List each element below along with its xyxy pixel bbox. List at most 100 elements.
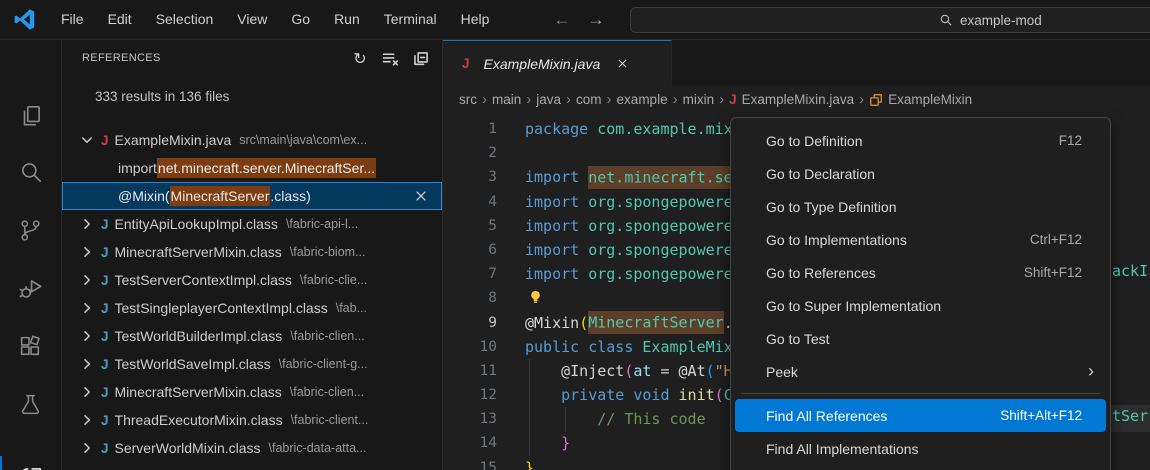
line-number[interactable]: 4 (443, 190, 497, 214)
line-number[interactable]: 11 (443, 359, 497, 383)
search-icon (18, 159, 44, 185)
line-number[interactable]: 1 (443, 117, 497, 141)
tree-file-serverworldmixin-class[interactable]: JServerWorldMixin.class\fabric-data-atta… (62, 434, 442, 462)
tree-file-threadexecutormixin-class[interactable]: JThreadExecutorMixin.class\fabric-client… (62, 406, 442, 434)
line-number[interactable]: 15 (443, 456, 497, 470)
sidebar-title: REFERENCES (82, 52, 342, 64)
line-number[interactable]: 3 (443, 165, 497, 189)
chevron-right-icon[interactable] (79, 216, 95, 232)
command-center[interactable]: example-mod (630, 7, 1150, 33)
line-number[interactable]: 12 (443, 383, 497, 407)
tree-file-partial[interactable]: J (62, 462, 442, 470)
tree-file-testsingleplayercontextimpl-class[interactable]: JTestSingleplayerContextImpl.class\fab..… (62, 294, 442, 322)
file-name: EntityApiLookupImpl.class (115, 216, 278, 232)
tree-file-examplemixin-java[interactable]: JExampleMixin.javasrc\main\java\com\ex..… (62, 126, 442, 154)
breadcrumb-item-mixin[interactable]: mixin (683, 92, 715, 107)
chevron-right-icon[interactable] (79, 384, 95, 400)
history-nav: ← → (553, 10, 604, 30)
lightbulb-icon[interactable] (528, 289, 543, 305)
tree-file-minecraftservermixin-class[interactable]: JMinecraftServerMixin.class\fabric-biom.… (62, 238, 442, 266)
menu-item-go-to-super-implementation[interactable]: Go to Super Implementation (731, 289, 1110, 322)
chevron-right-icon[interactable] (79, 272, 95, 288)
breadcrumb-item-examplemixin-java[interactable]: JExampleMixin.java (729, 92, 854, 107)
tree-file-testservercontextimpl-class[interactable]: JTestServerContextImpl.class\fabric-clie… (62, 266, 442, 294)
back-arrow-icon[interactable]: ← (553, 10, 570, 30)
menu-item-label: Go to Type Definition (766, 199, 1082, 215)
activity-bar-item-explorer[interactable] (0, 92, 61, 140)
line-number[interactable]: 8 (443, 286, 497, 310)
breadcrumb-item-java[interactable]: java (536, 92, 561, 107)
menu-item-find-all-implementations[interactable]: Find All Implementations (731, 432, 1110, 465)
chevron-down-icon[interactable] (79, 132, 95, 148)
menu-item-go-to-implementations[interactable]: Go to ImplementationsCtrl+F12 (731, 223, 1110, 256)
tab-bar: J ExampleMixin.java (443, 40, 1150, 86)
forward-arrow-icon[interactable]: → (587, 10, 604, 30)
tree-file-entityapilookupimpl-class[interactable]: JEntityApiLookupImpl.class\fabric-api-l.… (62, 210, 442, 238)
tree-file-testworldsaveimpl-class[interactable]: JTestWorldSaveImpl.class\fabric-client-g… (62, 350, 442, 378)
clear-results-button[interactable] (378, 46, 402, 70)
activity-bar-item-extensions[interactable] (0, 322, 61, 370)
activity-bar-item-search[interactable] (0, 148, 61, 196)
menubar-item-view[interactable]: View (225, 6, 279, 33)
breadcrumb-item-src[interactable]: src (459, 92, 477, 107)
file-path: \fabric-clien... (290, 385, 364, 399)
menu-item-go-to-references[interactable]: Go to ReferencesShift+F12 (731, 256, 1110, 289)
menubar-item-go[interactable]: Go (279, 6, 322, 33)
menubar-item-file[interactable]: File (49, 6, 96, 33)
collapse-all-button[interactable] (408, 46, 432, 70)
collapse-all-icon (412, 50, 429, 67)
chevron-right-icon[interactable] (79, 300, 95, 316)
activity-bar-item-references[interactable] (0, 453, 61, 470)
file-name: TestSingleplayerContextImpl.class (115, 300, 328, 316)
menubar-item-help[interactable]: Help (449, 6, 502, 33)
file-name: MinecraftServerMixin.class (115, 384, 282, 400)
menu-item-go-to-type-definition[interactable]: Go to Type Definition (731, 190, 1110, 223)
menubar: FileEditSelectionViewGoRunTerminalHelp (49, 6, 501, 33)
chevron-right-icon[interactable] (79, 328, 95, 344)
line-number[interactable]: 14 (443, 431, 497, 455)
close-icon[interactable] (616, 57, 629, 70)
menu-item-find-all-references[interactable]: Find All ReferencesShift+Alt+F12 (735, 399, 1106, 432)
chevron-right-icon[interactable] (79, 440, 95, 456)
refresh-button[interactable]: ↻ (348, 46, 372, 70)
menu-item-go-to-declaration[interactable]: Go to Declaration (731, 157, 1110, 190)
active-indicator (0, 456, 2, 470)
breadcrumb-item-main[interactable]: main (492, 92, 521, 107)
menu-item-peek[interactable]: Peek› (731, 355, 1110, 388)
chevron-right-icon[interactable] (79, 356, 95, 372)
line-number[interactable]: 9 (443, 311, 497, 335)
chevron-right-icon[interactable] (79, 412, 95, 428)
line-number[interactable]: 13 (443, 407, 497, 431)
file-path: src\main\java\com\ex... (239, 133, 367, 147)
line-number[interactable]: 5 (443, 214, 497, 238)
tree-reference-row[interactable]: import net.minecraft.server.MinecraftSer… (62, 154, 442, 182)
line-number[interactable]: 10 (443, 335, 497, 359)
menu-item-go-to-test[interactable]: Go to Test (731, 322, 1110, 355)
line-number[interactable]: 7 (443, 262, 497, 286)
tree-file-testworldbuilderimpl-class[interactable]: JTestWorldBuilderImpl.class\fabric-clien… (62, 322, 442, 350)
chevron-right-icon[interactable] (79, 244, 95, 260)
line-number[interactable]: 2 (443, 141, 497, 165)
tree-reference-row-selected[interactable]: @Mixin(MinecraftServer.class) (62, 182, 442, 210)
breadcrumb-item-example[interactable]: example (617, 92, 668, 107)
menubar-item-selection[interactable]: Selection (144, 6, 226, 33)
menubar-item-edit[interactable]: Edit (96, 6, 144, 33)
tree-file-minecraftservermixin-class[interactable]: JMinecraftServerMixin.class\fabric-clien… (62, 378, 442, 406)
menubar-item-run[interactable]: Run (322, 6, 372, 33)
activity-bar-item-testing[interactable] (0, 380, 61, 428)
activity-bar-item-run-debug[interactable] (0, 264, 61, 312)
menu-item-go-to-definition[interactable]: Go to DefinitionF12 (731, 124, 1110, 157)
menu-item-label: Go to Definition (766, 133, 1059, 149)
activity-bar-item-source-control[interactable] (0, 206, 61, 254)
dismiss-reference-icon[interactable] (413, 188, 429, 204)
menu-separator (741, 393, 1100, 394)
tab-examplemixin-java[interactable]: J ExampleMixin.java (443, 40, 672, 86)
class-file-icon: J (101, 217, 109, 232)
tab-label: ExampleMixin.java (484, 56, 601, 72)
line-number[interactable]: 6 (443, 238, 497, 262)
match-text: net.minecraft.server.MinecraftSer... (157, 158, 376, 178)
class-file-icon: J (101, 441, 109, 456)
breadcrumb-item-com[interactable]: com (576, 92, 602, 107)
breadcrumb-item-examplemixin[interactable]: ExampleMixin (869, 92, 972, 107)
menubar-item-terminal[interactable]: Terminal (372, 6, 449, 33)
